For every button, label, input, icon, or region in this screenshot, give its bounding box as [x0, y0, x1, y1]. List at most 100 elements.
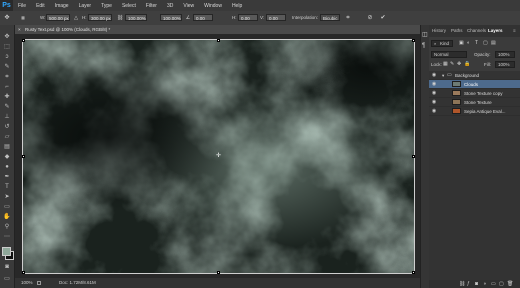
- eraser-tool-icon[interactable]: ▱: [3, 133, 11, 141]
- document-tab[interactable]: Rusty Text.psd @ 100% (Clouds, RGB/8) * …: [15, 25, 420, 34]
- marquee-tool-icon[interactable]: ⬚: [3, 43, 11, 51]
- scale-height-field[interactable]: 100.00%: [160, 14, 182, 21]
- eyedropper-tool-icon[interactable]: ⌐: [3, 83, 11, 91]
- panel-menu-icon[interactable]: ≡: [513, 27, 516, 35]
- scale-width-field[interactable]: 100.00%: [125, 14, 147, 21]
- move-tool-icon[interactable]: ✥: [3, 14, 11, 22]
- transform-center-icon[interactable]: ✛: [216, 153, 221, 159]
- visibility-eye-icon[interactable]: ◉: [431, 81, 437, 87]
- transform-handle-top-right[interactable]: [412, 39, 415, 42]
- gradient-tool-icon[interactable]: ▤: [3, 143, 11, 151]
- more-tools-icon[interactable]: ⋯: [3, 233, 11, 241]
- transform-handle-bottom-left[interactable]: [22, 271, 25, 274]
- move-tool-icon[interactable]: ✥: [3, 33, 11, 41]
- close-document-icon[interactable]: ×: [18, 25, 21, 34]
- clone-stamp-tool-icon[interactable]: ⊥: [3, 113, 11, 121]
- filter-shape-icon[interactable]: ▢: [483, 40, 488, 47]
- zoom-level[interactable]: 100%: [21, 278, 33, 288]
- link-icon[interactable]: ⛓: [116, 14, 124, 22]
- vskew-field[interactable]: 0.00: [266, 14, 286, 21]
- lock-transparency-icon[interactable]: ▦: [443, 61, 448, 68]
- lock-all-icon[interactable]: 🔒: [464, 61, 470, 68]
- menu-file[interactable]: File: [13, 3, 31, 9]
- interpolation-select[interactable]: Bicubic: [320, 14, 340, 21]
- visibility-eye-icon[interactable]: ◉: [431, 72, 437, 78]
- zoom-tool-icon[interactable]: ⚲: [3, 223, 11, 231]
- export-icon[interactable]: [37, 281, 41, 285]
- layer-sepia-antique[interactable]: ◉ Sepia Antique Eval...: [429, 107, 520, 116]
- screen-mode-icon[interactable]: ▭: [3, 275, 11, 283]
- filter-adjustment-icon[interactable]: ◐: [467, 40, 470, 47]
- reference-point-icon[interactable]: ▦: [19, 14, 27, 22]
- dodge-tool-icon[interactable]: ●: [3, 163, 11, 171]
- layer-filter-select[interactable]: ⌕ Kind: [431, 40, 453, 47]
- warp-icon[interactable]: ⌗: [344, 14, 352, 22]
- menu-filter[interactable]: Filter: [141, 3, 162, 9]
- group-expand-icon[interactable]: ▾: [442, 71, 444, 80]
- blur-tool-icon[interactable]: ◆: [3, 153, 11, 161]
- shape-tool-icon[interactable]: ▭: [3, 203, 11, 211]
- filter-type-icon[interactable]: T: [475, 40, 478, 47]
- pen-tool-icon[interactable]: ✒: [3, 173, 11, 181]
- width-field[interactable]: 500.00 px: [46, 14, 70, 21]
- commit-transform-icon[interactable]: ✔: [379, 14, 387, 22]
- layer-stone-texture[interactable]: ◉ Stone Texture: [429, 98, 520, 107]
- layer-clouds[interactable]: ◉ Clouds: [429, 80, 520, 89]
- type-tool-icon[interactable]: T: [3, 183, 11, 191]
- transform-handle-top-left[interactable]: [22, 39, 25, 42]
- fill-field[interactable]: 100%: [495, 61, 515, 68]
- filter-pixel-icon[interactable]: ▣: [459, 40, 464, 47]
- menu-edit[interactable]: Edit: [31, 3, 50, 9]
- layer-style-icon[interactable]: ƒ: [467, 280, 470, 288]
- trash-icon[interactable]: 🗑: [507, 280, 513, 288]
- crop-tool-icon[interactable]: ⌗: [3, 73, 11, 81]
- new-group-icon[interactable]: ▭: [491, 280, 496, 288]
- delta-icon[interactable]: △: [72, 14, 80, 22]
- brush-tool-icon[interactable]: ✎: [3, 103, 11, 111]
- filter-smart-object-icon[interactable]: ▤: [491, 40, 496, 47]
- menu-view[interactable]: View: [178, 3, 199, 9]
- blend-mode-select[interactable]: Normal: [431, 51, 467, 58]
- height-field[interactable]: 300.00 px: [88, 14, 112, 21]
- visibility-eye-icon[interactable]: ◉: [431, 108, 437, 114]
- quick-mask-icon[interactable]: ◙: [3, 263, 11, 271]
- tab-channels[interactable]: Channels: [467, 27, 486, 35]
- tab-paths[interactable]: Paths: [451, 27, 463, 35]
- angle-field[interactable]: 0.00: [193, 14, 213, 21]
- link-layers-icon[interactable]: ⛓: [459, 280, 465, 288]
- layer-group-background[interactable]: ◉ ▾ ▭ Background: [429, 71, 520, 80]
- transform-handle-bottom-right[interactable]: [412, 271, 415, 274]
- opacity-field[interactable]: 100%: [495, 51, 515, 58]
- cancel-transform-icon[interactable]: ⊘: [366, 14, 374, 22]
- visibility-eye-icon[interactable]: ◉: [431, 90, 437, 96]
- foreground-color-swatch[interactable]: [2, 247, 11, 256]
- add-mask-icon[interactable]: ◙: [475, 280, 478, 288]
- lock-pixels-icon[interactable]: ✎: [450, 61, 454, 68]
- new-layer-icon[interactable]: ▢: [499, 280, 504, 288]
- lock-position-icon[interactable]: ✥: [457, 61, 461, 68]
- quick-select-tool-icon[interactable]: ✎: [3, 63, 11, 71]
- transform-handle-right[interactable]: [412, 155, 415, 158]
- menu-help[interactable]: Help: [227, 3, 247, 9]
- history-panel-icon[interactable]: ◫: [422, 31, 428, 38]
- adjustment-layer-icon[interactable]: ◑: [483, 280, 486, 288]
- tab-history[interactable]: History: [432, 27, 446, 35]
- menu-image[interactable]: Image: [50, 3, 74, 9]
- menu-window[interactable]: Window: [199, 3, 227, 9]
- history-brush-tool-icon[interactable]: ↺: [3, 123, 11, 131]
- hand-tool-icon[interactable]: ✋: [3, 213, 11, 221]
- transform-handle-left[interactable]: [22, 155, 25, 158]
- hskew-field[interactable]: 0.00: [238, 14, 258, 21]
- transform-handle-bottom[interactable]: [217, 271, 220, 274]
- lasso-tool-icon[interactable]: ↄ: [3, 53, 11, 61]
- transform-handle-top[interactable]: [217, 39, 220, 42]
- menu-3d[interactable]: 3D: [162, 3, 178, 9]
- menu-type[interactable]: Type: [96, 3, 117, 9]
- canvas[interactable]: ✛: [22, 39, 415, 274]
- tab-layers[interactable]: Layers: [488, 27, 503, 35]
- healing-brush-tool-icon[interactable]: ✚: [3, 93, 11, 101]
- layer-stone-texture-copy[interactable]: ◉ Stone Texture copy: [429, 89, 520, 98]
- visibility-eye-icon[interactable]: ◉: [431, 99, 437, 105]
- menu-layer[interactable]: Layer: [74, 3, 97, 9]
- paragraph-panel-icon[interactable]: ¶: [422, 43, 425, 49]
